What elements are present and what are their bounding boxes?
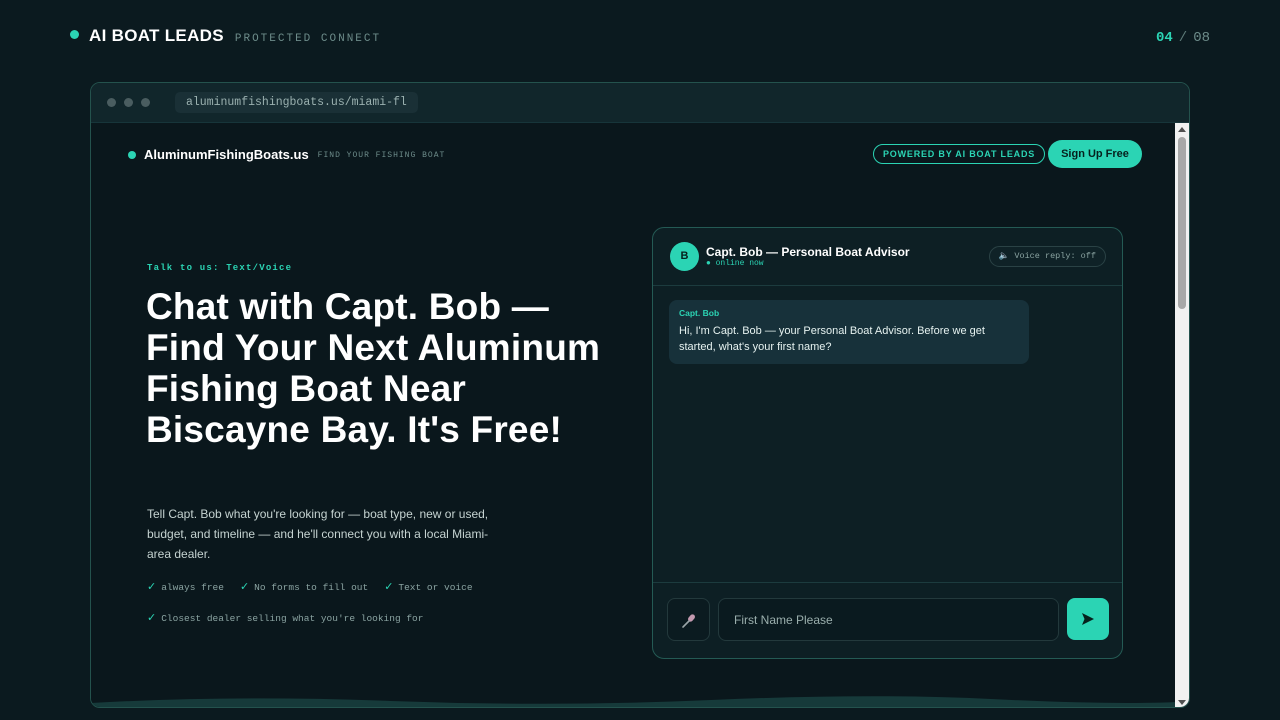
- decorative-wave: [91, 696, 1177, 707]
- feature-item: ✓ always free: [147, 580, 224, 593]
- message-sender: Capt. Bob: [679, 308, 720, 318]
- check-icon: ✓: [239, 580, 250, 593]
- brand: AI BOAT LEADS PROTECTED CONNECT: [70, 26, 381, 46]
- feature-row: ✓ Closest dealer selling what you're look…: [147, 611, 577, 642]
- site-logo[interactable]: AluminumFishingBoats.us FIND YOUR FISHIN…: [128, 147, 445, 162]
- page-viewport: AluminumFishingBoats.us FIND YOUR FISHIN…: [91, 123, 1177, 707]
- check-icon: ✓: [147, 611, 157, 624]
- message-text: Hi, I'm Capt. Bob — your Personal Boat A…: [679, 325, 985, 353]
- site-logo-dot-icon: [128, 150, 136, 159]
- window-close-dot-icon[interactable]: [107, 98, 116, 107]
- slide-separator: /: [1178, 30, 1188, 46]
- window-maximize-dot-icon[interactable]: [141, 98, 150, 107]
- feature-row: ✓ always free ✓ No forms to fill out ✓ Text…: [147, 580, 577, 611]
- brand-title: AI BOAT LEADS: [89, 26, 224, 45]
- mic-button[interactable]: [667, 598, 710, 641]
- site-tagline: FIND YOUR FISHING BOAT: [317, 151, 446, 160]
- window-minimize-dot-icon[interactable]: [124, 98, 133, 107]
- feature-item: ✓ Closest dealer selling what you're look…: [147, 611, 423, 624]
- hero-title: Chat with Capt. Bob — Find Your Next Alu…: [146, 286, 601, 450]
- advisor-avatar: B: [670, 242, 699, 271]
- feature-label: always free: [161, 582, 224, 593]
- chat-header: B Capt. Bob — Personal Boat Advisor ● on…: [653, 228, 1122, 286]
- feature-checklist: ✓ always free ✓ No forms to fill out ✓ Text…: [147, 580, 577, 642]
- feature-item: ✓ No forms to fill out: [240, 580, 368, 593]
- first-name-input[interactable]: [718, 598, 1059, 641]
- check-icon: ✓: [384, 580, 394, 593]
- advisor-name: Capt. Bob — Personal Boat Advisor: [706, 245, 910, 259]
- voice-reply-toggle[interactable]: 🔈 Voice reply: off: [988, 246, 1106, 267]
- feature-label: Closest dealer selling what you're looki…: [161, 613, 424, 624]
- brand-subtitle: PROTECTED CONNECT: [234, 33, 382, 45]
- hero-eyebrow: Talk to us: Text/Voice: [147, 263, 293, 273]
- online-status: ● online now: [706, 259, 764, 268]
- send-button[interactable]: [1067, 598, 1109, 640]
- page-scrollbar[interactable]: [1175, 123, 1189, 707]
- slide-total: 08: [1193, 30, 1210, 46]
- browser-chrome: aluminumfishingboats.us/miami-fl: [91, 83, 1189, 123]
- feature-label: No forms to fill out: [254, 582, 369, 593]
- scroll-down-arrow-icon[interactable]: [1178, 700, 1186, 705]
- feature-item: ✓ Text or voice: [384, 580, 472, 593]
- site-name: AluminumFishingBoats.us: [144, 147, 309, 162]
- powered-by-badge: POWERED BY AI BOAT LEADS: [873, 144, 1046, 164]
- hero-description: Tell Capt. Bob what you're looking for —…: [147, 507, 489, 561]
- brand-dot-icon: [70, 30, 79, 39]
- feature-label: Text or voice: [398, 582, 473, 593]
- address-bar[interactable]: aluminumfishingboats.us/miami-fl: [175, 92, 418, 113]
- slide-counter: 04 / 08: [1156, 30, 1210, 46]
- scroll-thumb[interactable]: [1178, 137, 1186, 309]
- slide-current: 04: [1155, 30, 1173, 46]
- chat-widget: B Capt. Bob — Personal Boat Advisor ● on…: [652, 227, 1123, 659]
- top-bar: AI BOAT LEADS PROTECTED CONNECT 04 / 08: [70, 26, 1210, 50]
- sign-up-button[interactable]: Sign Up Free: [1048, 140, 1142, 168]
- send-icon: [1082, 613, 1094, 626]
- browser-window: aluminumfishingboats.us/miami-fl Aluminu…: [90, 82, 1190, 708]
- chat-message: Capt. Bob Hi, I'm Capt. Bob — your Perso…: [669, 300, 1029, 364]
- chat-composer: [653, 582, 1122, 658]
- mic-icon: [681, 613, 695, 628]
- scroll-up-arrow-icon[interactable]: [1178, 127, 1186, 132]
- check-icon: ✓: [147, 580, 157, 593]
